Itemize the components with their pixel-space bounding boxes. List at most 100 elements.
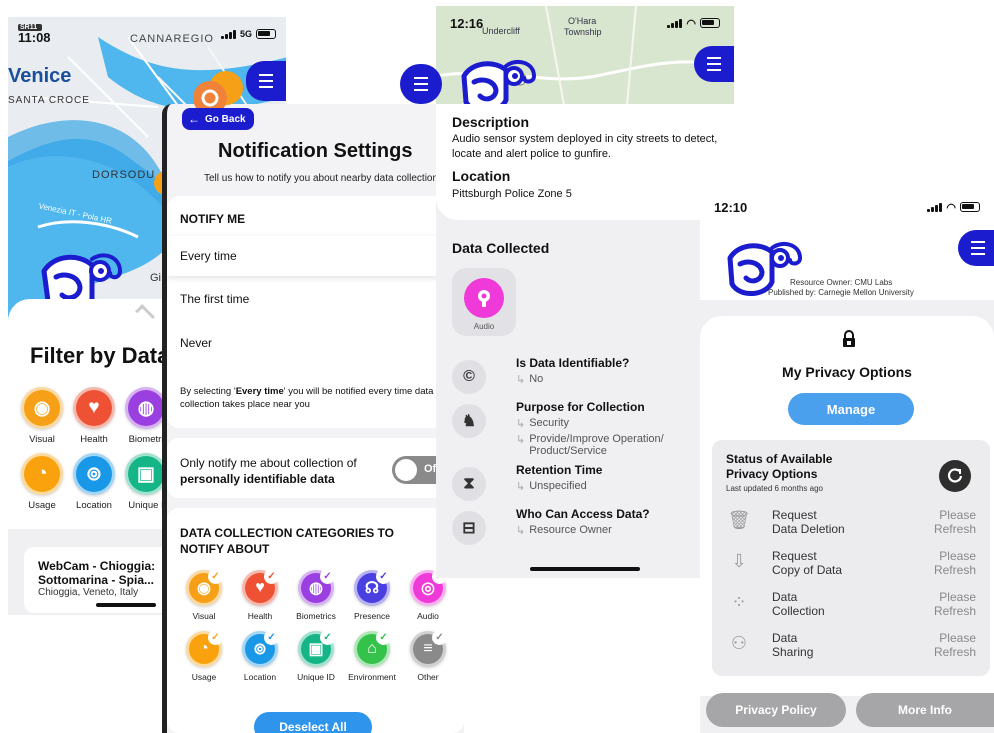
category-label: Biometri (128, 434, 164, 445)
home-indicator (96, 603, 156, 607)
desc-bold: Every time (235, 386, 284, 397)
category-location[interactable]: ⊚ Location (68, 453, 120, 511)
privacy-option-line2: Copy of Data (772, 563, 843, 578)
category-visual[interactable]: ◉ Visual (16, 387, 68, 445)
privacy-option-line1: Data (772, 590, 798, 604)
category-label: Usage (28, 500, 56, 511)
option-every-time[interactable]: Every time ✓ (167, 236, 464, 276)
checkmark-icon: ✓ (264, 569, 279, 584)
menu-button[interactable] (694, 46, 734, 82)
notification-settings-screen: ← Go Back Notification Settings Tell us … (162, 60, 464, 733)
status-title: Status of Available Privacy Options (726, 452, 832, 482)
sub-arrow-icon: ↳ (516, 418, 526, 430)
last-updated: Last updated 6 months ago (726, 484, 823, 493)
privacy-option-status: Please Refresh (934, 508, 976, 537)
privacy-option-status1: Please (939, 549, 976, 563)
checkmark-icon: ✓ (376, 630, 391, 645)
manage-button[interactable]: Manage (788, 393, 914, 425)
home-indicator (530, 567, 640, 571)
arrow-left-icon: ← (188, 112, 200, 126)
environment-icon: ⌂ (367, 640, 377, 657)
category-unique-id[interactable]: ▣ ✓ Unique ID (288, 630, 344, 682)
deselect-all-button[interactable]: Deselect All (254, 712, 372, 733)
privacy-title: My Privacy Options (782, 364, 912, 380)
status-title-line2: Privacy Options (726, 467, 818, 481)
audio-label: Audio (473, 322, 495, 331)
menu-button[interactable] (400, 64, 442, 104)
access-icon: ⊟ (452, 511, 486, 545)
category-biometrics[interactable]: ◍ ✓ Biometrics (288, 569, 344, 621)
category-usage[interactable]: ◔ ✓ Usage (176, 630, 232, 682)
category-location[interactable]: ⊚ ✓ Location (232, 630, 288, 682)
privacy-option-row[interactable]: ⚇ Data Sharing Please Refresh (726, 629, 976, 670)
privacy-option-row[interactable]: 🗑 Request Data Deletion Please Refresh (726, 506, 976, 547)
desc-pre: By selecting ' (180, 386, 236, 397)
heart-icon: ♥ (88, 397, 100, 418)
go-back-button[interactable]: ← Go Back (182, 108, 254, 130)
hamburger-icon (971, 239, 985, 257)
notify-me-heading: NOTIFY ME (180, 212, 246, 226)
category-visual[interactable]: ◉ ✓ Visual (176, 569, 232, 621)
checkmark-icon: ✓ (320, 569, 335, 584)
trash-icon: 🗑 (727, 510, 751, 530)
location-text: Pittsburgh Police Zone 5 (452, 188, 572, 200)
sub-arrow-icon: ↳ (516, 481, 526, 493)
detail-value-text: Unspecified (529, 480, 587, 492)
privacy-option-line2: Sharing (772, 645, 814, 660)
privacy-options-screen: 12:10 ◠ Resource Owner: CMU Labs Publish… (700, 190, 994, 733)
category-label: Unique ID (297, 672, 335, 682)
status-bar: SR11 11:08 5G (8, 17, 286, 51)
option-first-time[interactable]: The first time (180, 292, 249, 306)
resource-owner: Resource Owner: CMU Labs (790, 278, 893, 287)
battery-icon (256, 29, 276, 39)
categories-heading: DATA COLLECTION CATEGORIES TO NOTIFY ABO… (180, 526, 394, 557)
category-label: Visual (192, 611, 216, 621)
status-title-line1: Status of Available (726, 452, 833, 466)
identifiable-icon: © (452, 360, 486, 394)
status-icons: 5G (220, 29, 276, 39)
chevron-up-icon[interactable] (135, 304, 155, 324)
signal-icon (220, 29, 236, 39)
category-health[interactable]: ♥ ✓ Health (232, 569, 288, 621)
privacy-option-status2: Refresh (933, 522, 976, 537)
category-label: Presence (354, 611, 390, 621)
checkmark-icon: ✓ (264, 630, 279, 645)
wifi-icon: ◠ (946, 201, 956, 214)
manage-label: Manage (826, 401, 876, 417)
option-never[interactable]: Never (180, 336, 212, 350)
checkmark-icon: ✓ (208, 569, 223, 584)
network-label: 5G (239, 29, 252, 39)
published-by: Published by: Carnegie Mellon University (768, 288, 914, 297)
sub-arrow-icon: ↳ (516, 374, 526, 386)
audio-chip[interactable]: Audio (452, 268, 516, 336)
menu-button[interactable] (246, 61, 286, 101)
privacy-option-row[interactable]: ⇩ Request Copy of Data Please Refresh (726, 547, 976, 588)
notify-category-grid: ◉✓Visual♥✓Health◍✓Biometrics☊✓Presence◎✓… (176, 569, 462, 682)
refresh-button[interactable] (939, 460, 971, 492)
location-icon: ⊚ (86, 463, 102, 485)
detail-row: © Is Data Identifiable? ↳ No (452, 356, 734, 396)
category-label: Usage (191, 672, 217, 682)
category-presence[interactable]: ☊ ✓ Presence (344, 569, 400, 621)
more-info-button[interactable]: More Info (856, 693, 994, 727)
category-environment[interactable]: ⌂ ✓ Environment (344, 630, 400, 682)
checkmark-icon: ✓ (432, 630, 447, 645)
wifi-icon: ◠ (686, 17, 696, 30)
identifiable-text: Only notify me about collection of perso… (180, 455, 357, 487)
privacy-option-status: Please Refresh (934, 590, 976, 619)
privacy-option-line1: Request (772, 549, 817, 563)
privacy-policy-button[interactable]: Privacy Policy (706, 693, 846, 727)
category-health[interactable]: ♥ Health (68, 387, 120, 445)
sharing-icon: ⚇ (730, 633, 748, 653)
privacy-option-line1: Request (772, 508, 817, 522)
privacy-option-row[interactable]: ⁘ Data Collection Please Refresh (726, 588, 976, 629)
battery-icon (960, 202, 980, 212)
pie-icon: ◔ (36, 463, 48, 484)
description-text: Audio sensor system deployed in city str… (452, 133, 718, 160)
category-other[interactable]: ≡ ✓ Other (400, 630, 456, 682)
privacy-option-status1: Please (939, 631, 976, 645)
menu-button[interactable] (958, 230, 994, 266)
checkmark-icon: ✓ (376, 569, 391, 584)
hamburger-icon (707, 55, 721, 73)
category-usage[interactable]: ◔ Usage (16, 453, 68, 511)
